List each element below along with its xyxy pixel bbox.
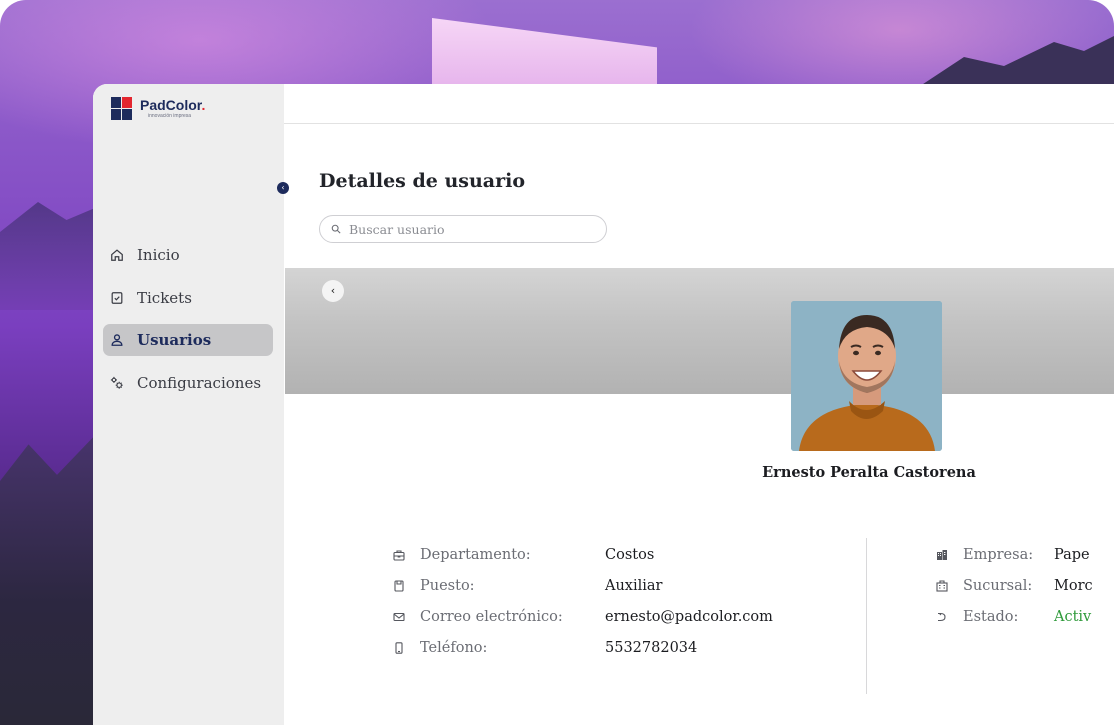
background-mountain bbox=[0, 202, 95, 310]
sidebar-item-label: Inicio bbox=[137, 246, 180, 264]
building-icon bbox=[937, 549, 947, 560]
detail-label: Sucursal: bbox=[963, 577, 1033, 594]
home-icon bbox=[111, 249, 123, 261]
status-value: Activ bbox=[1054, 608, 1092, 625]
brand-name: PadColor. bbox=[140, 97, 206, 113]
user-avatar bbox=[791, 301, 942, 451]
background-monolith bbox=[432, 18, 657, 88]
detail-label: Empresa: bbox=[963, 546, 1034, 563]
detail-value: 5532782034 bbox=[605, 639, 698, 656]
detail-label: Teléfono: bbox=[420, 639, 488, 656]
profile-cover bbox=[285, 268, 1114, 394]
branch-icon bbox=[936, 579, 948, 592]
search-box[interactable] bbox=[319, 215, 607, 243]
gears-icon bbox=[110, 376, 123, 389]
detail-row-correo: Correo electrónico: ernesto@padcolor.com bbox=[393, 601, 813, 632]
detail-label: Puesto: bbox=[420, 577, 475, 594]
detail-value: Costos bbox=[605, 546, 655, 563]
detail-value: Pape bbox=[1054, 546, 1090, 563]
user-icon bbox=[111, 334, 123, 346]
detail-row-telefono: Teléfono: 5532782034 bbox=[393, 632, 813, 663]
status-icon bbox=[938, 612, 946, 621]
detail-label: Correo electrónico: bbox=[420, 608, 563, 625]
sidebar-item-label: Usuarios bbox=[137, 331, 212, 349]
page-title: Detalles de usuario bbox=[319, 170, 526, 192]
sidebar-item-configuraciones[interactable]: Configuraciones bbox=[103, 367, 273, 399]
detail-row-puesto: Puesto: Auxiliar bbox=[393, 570, 813, 601]
detail-value: ernesto@padcolor.com bbox=[605, 608, 773, 625]
sidebar-collapse-button[interactable]: ‹ bbox=[277, 182, 289, 194]
sidebar: PadColor. innovación impresa Inicio Tick… bbox=[93, 84, 284, 725]
detail-row-departamento: Departamento: Costos bbox=[393, 539, 813, 570]
search-input[interactable] bbox=[349, 221, 589, 237]
ticket-check-icon bbox=[111, 291, 123, 304]
sidebar-item-tickets[interactable]: Tickets bbox=[103, 282, 273, 314]
detail-row-sucursal: Sucursal: Morc bbox=[936, 570, 1114, 601]
app-window: PadColor. innovación impresa Inicio Tick… bbox=[93, 84, 1114, 725]
sidebar-item-label: Tickets bbox=[137, 288, 192, 307]
sidebar-nav: Inicio Tickets Usuarios Configuraciones bbox=[103, 239, 273, 409]
detail-row-empresa: Empresa: Pape bbox=[936, 539, 1114, 570]
sidebar-item-inicio[interactable]: Inicio bbox=[103, 239, 273, 271]
detail-row-estado: Estado: Activ bbox=[936, 601, 1114, 632]
user-details-left: Departamento: Costos Puesto: Auxiliar Co… bbox=[393, 539, 813, 663]
detail-value: Auxiliar bbox=[605, 577, 663, 594]
search-icon bbox=[331, 224, 341, 234]
brand-logo[interactable]: PadColor. innovación impresa bbox=[111, 97, 205, 121]
sidebar-item-usuarios[interactable]: Usuarios bbox=[103, 324, 273, 356]
background-mountain bbox=[914, 36, 1114, 90]
phone-icon bbox=[395, 641, 403, 654]
sidebar-item-label: Configuraciones bbox=[137, 373, 262, 392]
id-card-icon bbox=[394, 579, 404, 592]
user-full-name: Ernesto Peralta Castorena bbox=[762, 464, 976, 481]
brand-tagline: innovación impresa bbox=[148, 113, 192, 119]
briefcase-icon bbox=[393, 549, 405, 561]
back-button[interactable]: ‹ bbox=[322, 280, 344, 302]
details-divider bbox=[866, 538, 867, 694]
detail-label: Estado: bbox=[963, 608, 1019, 625]
detail-value: Morc bbox=[1054, 577, 1093, 594]
detail-label: Departamento: bbox=[420, 546, 531, 563]
background-mountain bbox=[0, 435, 95, 725]
user-details-right: Empresa: Pape Sucursal: Morc Estado: Act… bbox=[936, 539, 1114, 632]
logo-mark-icon bbox=[111, 97, 133, 121]
mail-icon bbox=[393, 612, 405, 621]
top-bar bbox=[284, 84, 1114, 124]
